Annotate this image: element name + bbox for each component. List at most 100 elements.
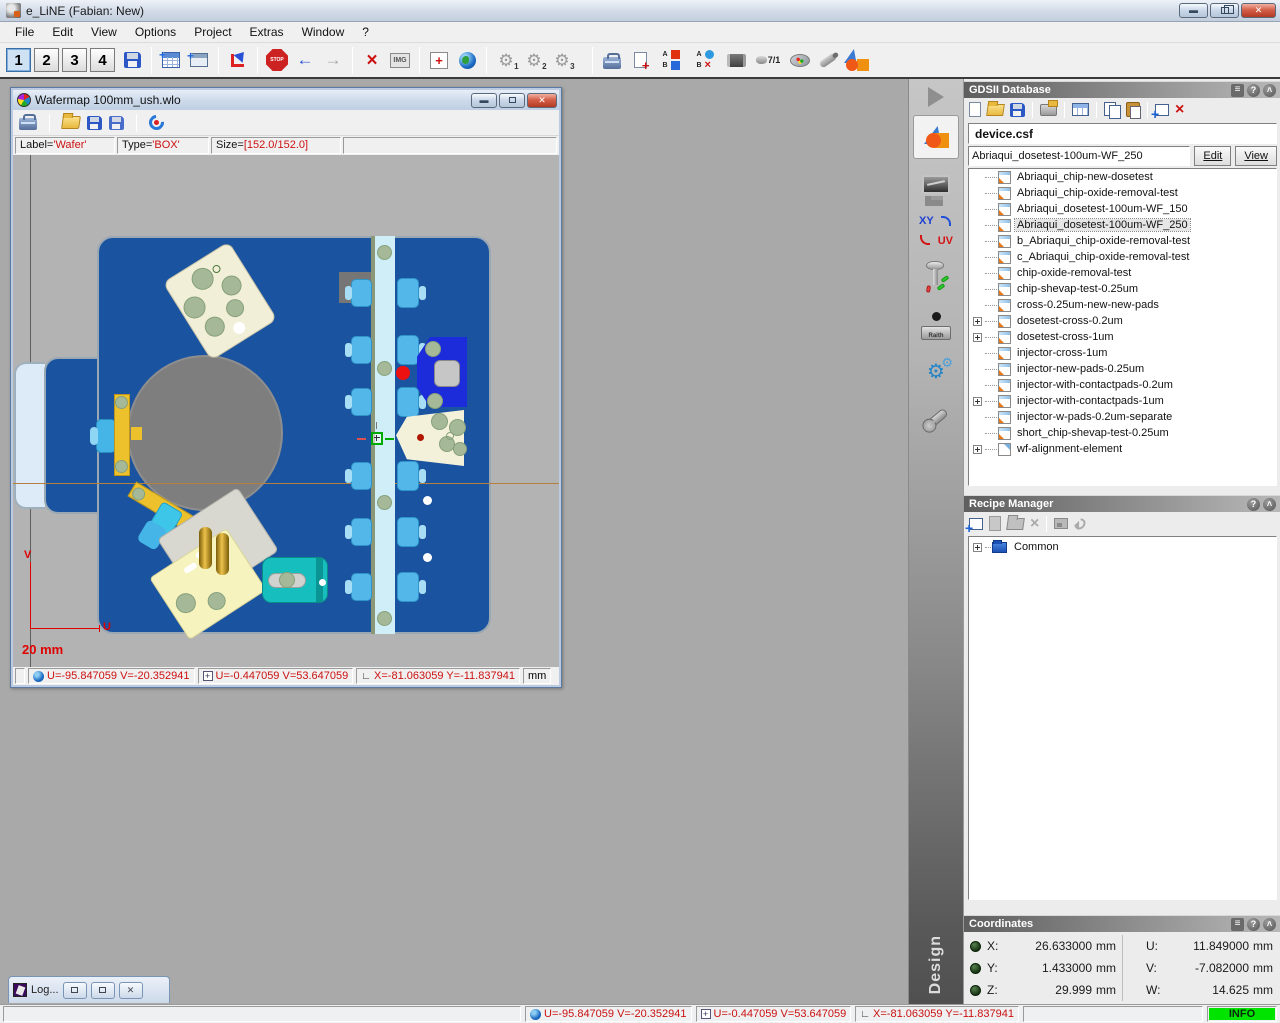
pin-button[interactable] bbox=[814, 46, 842, 74]
gdsii-tree-item[interactable]: Abriaqui_chip-oxide-removal-test bbox=[969, 185, 1276, 201]
add-marker-button[interactable]: + bbox=[425, 46, 453, 74]
gdsii-tree-item[interactable]: injector-w-pads-0.2um-separate bbox=[969, 409, 1276, 425]
expander-icon[interactable] bbox=[973, 317, 982, 326]
stop-button[interactable]: STOP bbox=[263, 46, 291, 74]
expander-icon[interactable] bbox=[973, 445, 982, 454]
gdsii-tree-item[interactable]: dosetest-cross-0.2um bbox=[969, 313, 1276, 329]
column-control-button[interactable] bbox=[913, 256, 959, 300]
counter-button[interactable]: 7/1 bbox=[750, 46, 786, 74]
restore-button[interactable] bbox=[1210, 3, 1239, 18]
view-1-button[interactable]: 1 bbox=[6, 48, 31, 72]
delete-recipe-icon[interactable]: × bbox=[1030, 516, 1039, 532]
wm-save-icon[interactable] bbox=[87, 116, 102, 130]
design-shapes-button[interactable] bbox=[842, 46, 870, 74]
xy-uv-transform-button[interactable]: XYUV bbox=[913, 209, 959, 253]
gdsii-tree-item[interactable]: injector-with-contactpads-1um bbox=[969, 393, 1276, 409]
log-maximize-button[interactable] bbox=[91, 982, 115, 999]
monitor-mode-button[interactable] bbox=[913, 162, 959, 206]
open-file-icon[interactable] bbox=[986, 104, 1005, 116]
menu-help[interactable]: ? bbox=[353, 23, 378, 41]
view-4-button[interactable]: 4 bbox=[90, 48, 115, 72]
log-window-minimized[interactable]: Log... ✕ bbox=[8, 976, 170, 1003]
view-3-button[interactable]: 3 bbox=[62, 48, 87, 72]
gdsii-tree-item[interactable]: wf-alignment-element bbox=[969, 441, 1276, 457]
gdsii-tree-item[interactable]: dosetest-cross-1um bbox=[969, 329, 1276, 345]
gdsii-tree-item[interactable]: c_Abriaqui_chip-oxide-removal-test bbox=[969, 249, 1276, 265]
undo-icon[interactable] bbox=[1073, 516, 1089, 532]
expander-icon[interactable] bbox=[973, 397, 982, 406]
chip-button[interactable] bbox=[722, 46, 750, 74]
log-close-button[interactable]: ✕ bbox=[119, 982, 143, 999]
menu-view[interactable]: View bbox=[82, 23, 126, 41]
wm-minimize-button[interactable]: ▬ bbox=[471, 93, 497, 108]
global-view-button[interactable] bbox=[453, 46, 481, 74]
gdsii-tree-item[interactable]: injector-with-contactpads-0.2um bbox=[969, 377, 1276, 393]
tools-wrench-button[interactable] bbox=[913, 397, 959, 441]
menu-window[interactable]: Window bbox=[293, 23, 354, 41]
gear-1-button[interactable]: ⚙1 bbox=[492, 46, 520, 74]
delete-icon[interactable]: × bbox=[1175, 102, 1184, 118]
selection-marker[interactable] bbox=[371, 432, 383, 445]
image-button[interactable]: IMG bbox=[386, 46, 414, 74]
recipe-folder-icon[interactable] bbox=[1006, 518, 1025, 530]
stage-control-button[interactable]: Raith bbox=[913, 303, 959, 347]
gdsii-tree-item[interactable]: Abriaqui_dosetest-100um-WF_250 bbox=[969, 217, 1276, 233]
save-view-button[interactable] bbox=[118, 46, 146, 74]
import-icon[interactable] bbox=[1040, 104, 1057, 116]
panel-help-icon[interactable]: ? bbox=[1247, 918, 1260, 931]
table-view-icon[interactable] bbox=[1072, 103, 1089, 116]
wm-save-as-icon[interactable] bbox=[109, 116, 124, 130]
wm-close-button[interactable]: ✕ bbox=[527, 93, 557, 108]
gear-2-button[interactable]: ⚙2 bbox=[520, 46, 548, 74]
view-button[interactable]: View bbox=[1235, 146, 1277, 166]
gdsii-tree-item[interactable]: injector-cross-1um bbox=[969, 345, 1276, 361]
wm-restore-button[interactable] bbox=[499, 93, 525, 108]
copy-icon[interactable] bbox=[1104, 102, 1120, 117]
gdsii-tree-item[interactable]: Abriaqui_dosetest-100um-WF_150 bbox=[969, 201, 1276, 217]
log-restore-button[interactable] bbox=[63, 982, 87, 999]
new-window-button[interactable]: + bbox=[185, 46, 213, 74]
menu-file[interactable]: File bbox=[6, 23, 43, 41]
recipe-tree-item[interactable]: Common bbox=[969, 537, 1276, 557]
view-2-button[interactable]: 2 bbox=[34, 48, 59, 72]
gdsii-tree-item[interactable]: chip-shevap-test-0.25um bbox=[969, 281, 1276, 297]
wm-refresh-icon[interactable] bbox=[146, 112, 167, 133]
paste-icon[interactable] bbox=[1126, 102, 1140, 117]
close-button[interactable]: ✕ bbox=[1241, 3, 1276, 18]
gdsii-tree-item[interactable]: b_Abriaqui_chip-oxide-removal-test bbox=[969, 233, 1276, 249]
add-recipe-icon[interactable] bbox=[969, 518, 983, 530]
expander-icon[interactable] bbox=[973, 543, 982, 552]
panel-help-icon[interactable]: ? bbox=[1247, 84, 1260, 97]
back-button[interactable]: ← bbox=[291, 46, 319, 74]
settings-gears-button[interactable]: ⚙ bbox=[913, 350, 959, 394]
menu-options[interactable]: Options bbox=[126, 23, 185, 41]
panel-collapse-icon[interactable]: ˄ bbox=[1263, 84, 1276, 97]
menu-edit[interactable]: Edit bbox=[43, 23, 82, 41]
design-mode-button[interactable] bbox=[913, 115, 959, 159]
edit-button[interactable]: Edit bbox=[1194, 146, 1231, 166]
gdsii-tree-item[interactable]: cross-0.25um-new-new-pads bbox=[969, 297, 1276, 313]
new-page-button[interactable] bbox=[626, 46, 654, 74]
menu-project[interactable]: Project bbox=[185, 23, 240, 41]
new-recipe-icon[interactable] bbox=[989, 516, 1001, 531]
gdsii-tree-item[interactable]: chip-oxide-removal-test bbox=[969, 265, 1276, 281]
wm-open-icon[interactable] bbox=[61, 116, 81, 129]
gdsii-tree-item[interactable]: short_chip-shevap-test-0.25um bbox=[969, 425, 1276, 441]
wafermap-canvas[interactable]: V U 20 mm bbox=[13, 155, 559, 667]
gdsii-panel-header[interactable]: GDSII Database ≡ ? ˄ bbox=[964, 81, 1280, 98]
recipe-image-icon[interactable] bbox=[1054, 518, 1068, 529]
panel-collapse-icon[interactable]: ˄ bbox=[1263, 918, 1276, 931]
layer-ab-button[interactable]: A B bbox=[654, 46, 688, 74]
panel-menu-icon[interactable]: ≡ bbox=[1231, 84, 1244, 97]
wafer-disk-button[interactable] bbox=[786, 46, 814, 74]
structure-name-input[interactable] bbox=[968, 146, 1190, 166]
panel-help-icon[interactable]: ? bbox=[1247, 498, 1260, 511]
minimize-button[interactable]: ▬ bbox=[1179, 3, 1208, 18]
wm-toolbox-icon[interactable] bbox=[19, 118, 37, 130]
save-file-icon[interactable] bbox=[1010, 103, 1025, 117]
panel-menu-icon[interactable]: ≡ bbox=[1231, 918, 1244, 931]
delete-image-button[interactable]: × bbox=[358, 46, 386, 74]
recipe-panel-header[interactable]: Recipe Manager ? ˄ bbox=[964, 495, 1280, 512]
gdsii-tree-item[interactable]: Abriaqui_chip-new-dosetest bbox=[969, 169, 1276, 185]
expander-icon[interactable] bbox=[973, 333, 982, 342]
